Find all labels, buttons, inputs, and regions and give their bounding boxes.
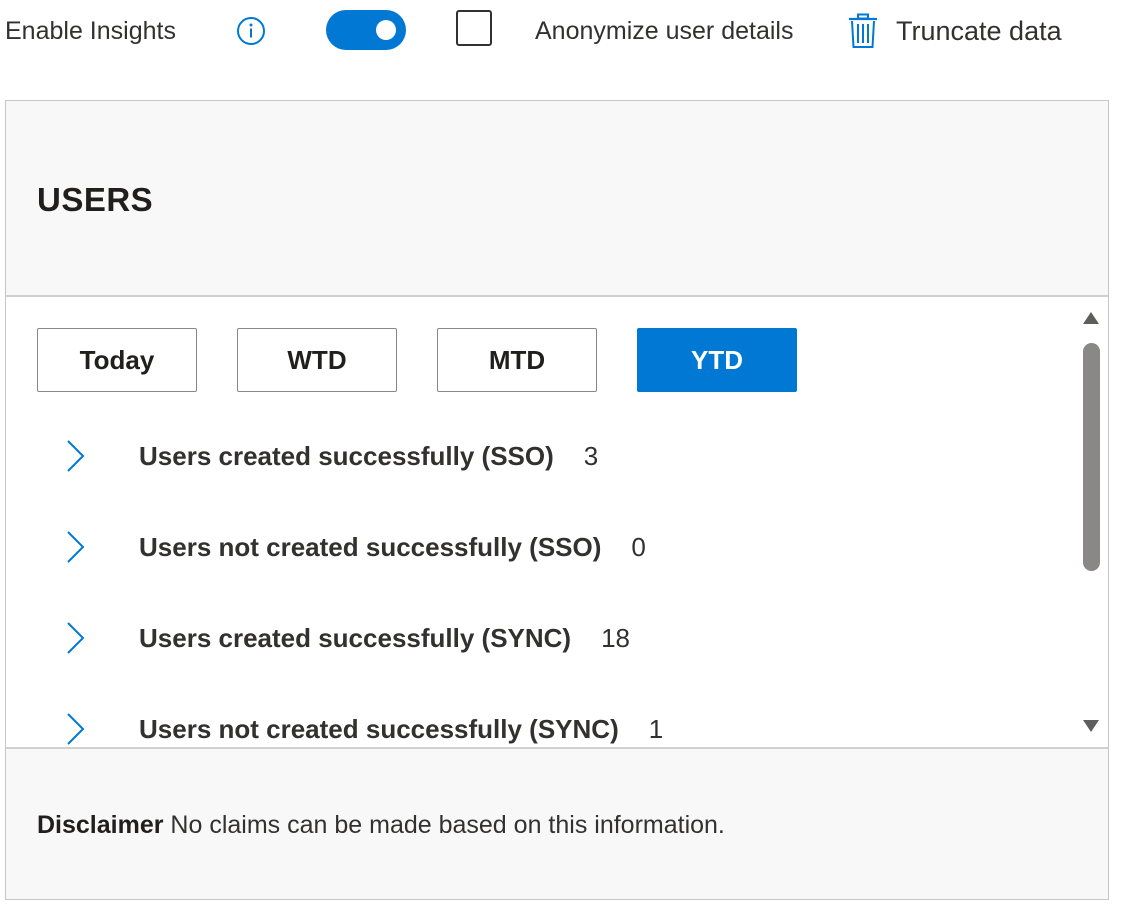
item-label: Users created successfully (SSO) 3 [139,441,599,471]
users-stat-list: Users created successfully (SSO) 3 Users … [6,427,1086,747]
list-item[interactable]: Users created successfully (SYNC) 18 [6,609,1086,700]
panel-body: Today WTD MTD YTD Users created successf… [6,297,1108,747]
enable-insights-toggle[interactable] [326,10,406,50]
toggle-knob [376,20,396,40]
chevron-right-icon[interactable] [58,439,88,473]
scroll-up-arrow-icon[interactable] [1082,311,1100,325]
item-count: 1 [648,714,664,744]
tab-mtd[interactable]: MTD [437,328,597,392]
disclaimer-text: No claims can be made based on this info… [170,811,725,839]
disclaimer: Disclaimer No claims can be made based o… [37,811,725,840]
scroll-down-arrow-icon[interactable] [1082,719,1100,733]
item-label: Users created successfully (SYNC) 18 [139,623,631,653]
anonymize-checkbox[interactable] [456,10,492,46]
vertical-scrollbar[interactable] [1080,311,1102,733]
insights-toolbar: Enable Insights Anonymize user details T… [0,0,1124,64]
panel-title: USERS [37,181,154,218]
scroll-thumb[interactable] [1083,343,1100,571]
chevron-right-icon[interactable] [58,530,88,564]
item-count: 18 [601,623,631,653]
users-panel: USERS Today WTD MTD YTD Users created su… [5,100,1109,900]
item-count: 0 [631,532,646,562]
enable-insights-label: Enable Insights [5,17,176,45]
anonymize-label[interactable]: Anonymize user details [535,16,793,46]
chevron-right-icon[interactable] [58,712,88,746]
list-item[interactable]: Users not created successfully (SSO) 0 [6,518,1086,609]
panel-header: USERS [6,101,1108,297]
disclaimer-title: Disclaimer [37,811,164,839]
item-label: Users not created successfully (SSO) 0 [139,532,646,562]
tab-ytd[interactable]: YTD [637,328,797,392]
panel-footer: Disclaimer No claims can be made based o… [6,747,1108,899]
item-label: Users not created successfully (SYNC) 1 [139,714,664,744]
trash-icon [849,13,877,48]
info-icon[interactable] [236,16,266,46]
truncate-data-label: Truncate data [896,16,1062,46]
truncate-data-button[interactable]: Truncate data [846,10,1076,54]
item-count: 3 [583,441,599,471]
chevron-right-icon[interactable] [58,621,88,655]
list-item[interactable]: Users created successfully (SSO) 3 [6,427,1086,518]
tab-wtd[interactable]: WTD [237,328,397,392]
list-item[interactable]: Users not created successfully (SYNC) 1 [6,700,1086,747]
tab-today[interactable]: Today [37,328,197,392]
